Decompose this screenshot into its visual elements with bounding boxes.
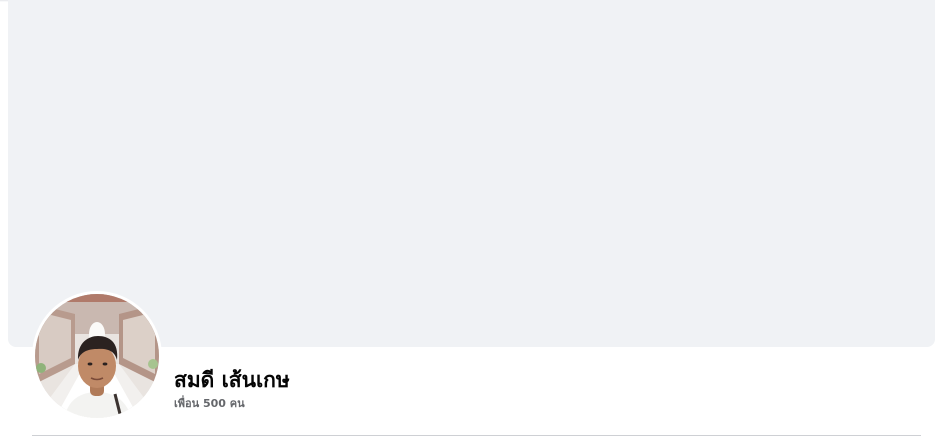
avatar-ring[interactable]	[32, 291, 162, 421]
avatar[interactable]	[35, 294, 159, 418]
profile-name[interactable]: สมดี เส้นเกษ	[174, 365, 290, 395]
avatar-photo	[35, 294, 159, 418]
profile-header: สมดี เส้นเกษ เพื่อน 500 คน	[0, 0, 935, 444]
divider	[32, 435, 921, 436]
friends-count[interactable]: เพื่อน 500 คน	[174, 397, 245, 411]
cover-photo[interactable]	[8, 0, 935, 347]
